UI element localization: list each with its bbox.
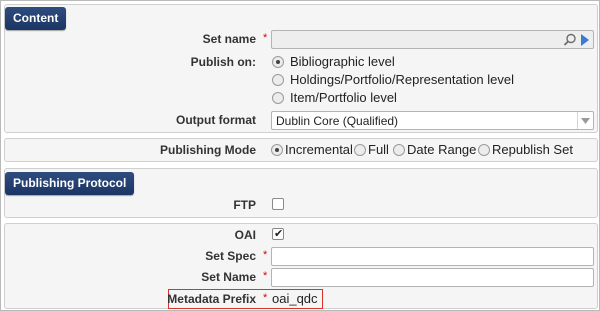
- set-spec-label: Set Spec: [205, 249, 256, 263]
- republish-set-label: Republish Set: [492, 142, 573, 157]
- radio-republish-set[interactable]: [478, 144, 490, 156]
- set-name-required-mark: *: [263, 32, 268, 44]
- radio-bibliographic-level[interactable]: [272, 56, 284, 68]
- ftp-checkbox[interactable]: [272, 198, 284, 210]
- radio-full[interactable]: [354, 144, 366, 156]
- publish-on-label: Publish on:: [190, 55, 256, 69]
- triangle-right-icon[interactable]: [580, 34, 590, 46]
- publishing-mode-label: Publishing Mode: [160, 143, 256, 157]
- set-name-label: Set name: [202, 32, 256, 46]
- bibliographic-level-label: Bibliographic level: [290, 54, 395, 69]
- radio-incremental[interactable]: [271, 144, 283, 156]
- set-name-input[interactable]: [271, 30, 594, 49]
- oai-checkbox[interactable]: ✔: [272, 228, 284, 240]
- select-arrow-area[interactable]: [577, 112, 593, 129]
- oai-set-name-required-mark: *: [263, 270, 268, 282]
- check-icon: ✔: [274, 228, 284, 240]
- date-range-label: Date Range: [407, 142, 477, 157]
- publishing-protocol-header: Publishing Protocol: [5, 172, 135, 195]
- full-label: Full: [368, 142, 389, 157]
- output-format-label: Output format: [176, 113, 256, 127]
- metadata-prefix-required-mark: *: [263, 292, 268, 304]
- radio-holdings-level[interactable]: [272, 74, 284, 86]
- set-spec-required-mark: *: [263, 249, 268, 261]
- metadata-prefix-label: Metadata Prefix: [167, 292, 256, 306]
- holdings-level-label: Holdings/Portfolio/Representation level: [290, 72, 515, 87]
- output-format-select[interactable]: Dublin Core (Qualified): [271, 111, 594, 130]
- radio-date-range[interactable]: [393, 144, 405, 156]
- publishing-profile-form: Content Set name * Publish on: Bibliogra…: [0, 0, 600, 311]
- ftp-label: FTP: [233, 198, 256, 212]
- oai-label: OAI: [234, 228, 256, 242]
- chevron-down-icon: [581, 118, 590, 124]
- incremental-label: Incremental: [285, 142, 353, 157]
- content-section-header: Content: [5, 7, 67, 30]
- item-level-label: Item/Portfolio level: [290, 90, 397, 105]
- search-icon[interactable]: [563, 33, 577, 47]
- set-spec-input[interactable]: [271, 247, 594, 266]
- oai-set-name-label: Set Name: [201, 270, 256, 284]
- metadata-prefix-value: oai_qdc: [272, 291, 318, 306]
- output-format-value: Dublin Core (Qualified): [276, 114, 399, 128]
- oai-set-name-input[interactable]: [271, 268, 594, 287]
- radio-item-level[interactable]: [272, 92, 284, 104]
